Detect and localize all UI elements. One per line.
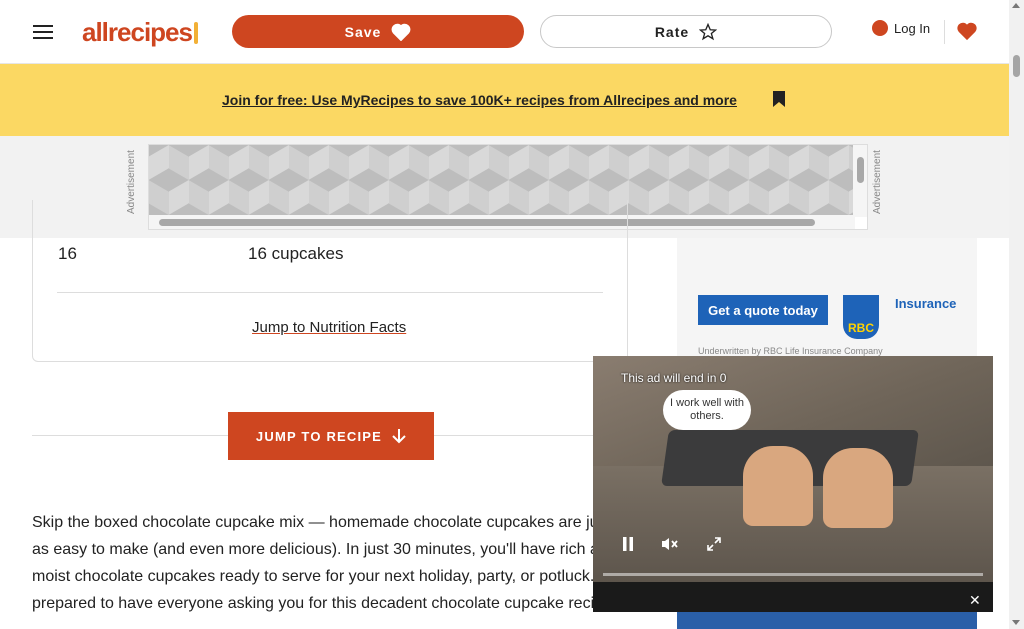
login-link[interactable]: Log In bbox=[872, 20, 930, 36]
fullscreen-button[interactable] bbox=[699, 532, 729, 556]
yield-value: 16 cupcakes bbox=[248, 244, 344, 263]
site-header: allrecipes Save Rate Log In bbox=[0, 0, 1009, 64]
video-ad-player[interactable]: I work well with others. This ad will en… bbox=[593, 356, 993, 612]
arrow-down-icon bbox=[392, 429, 406, 444]
promo-banner: Join for free: Use MyRecipes to save 100… bbox=[0, 64, 1009, 136]
bookmark-icon[interactable] bbox=[772, 90, 786, 113]
favorites-button[interactable] bbox=[956, 20, 978, 47]
ad-product-text: Insurance bbox=[895, 296, 957, 311]
mute-button[interactable] bbox=[655, 532, 685, 556]
video-control-bar bbox=[593, 582, 993, 612]
save-button[interactable]: Save bbox=[232, 15, 524, 48]
header-divider bbox=[944, 20, 945, 44]
nutrition-facts-link[interactable]: Jump to Nutrition Facts bbox=[252, 319, 406, 336]
mute-icon bbox=[662, 538, 678, 550]
video-frame: I work well with others. bbox=[593, 356, 993, 582]
recipe-details-card bbox=[32, 200, 628, 362]
ad-fine-print: Underwritten by RBC Life Insurance Compa… bbox=[698, 346, 883, 356]
fullscreen-icon bbox=[707, 537, 721, 551]
speech-bubble: I work well with others. bbox=[663, 390, 751, 430]
servings-value: 16 bbox=[58, 244, 77, 263]
jump-to-recipe-button[interactable]: JUMP TO RECIPE bbox=[228, 412, 434, 460]
promo-banner-link[interactable]: Join for free: Use MyRecipes to save 100… bbox=[222, 92, 737, 108]
ad-timer-text: This ad will end in 0 bbox=[621, 371, 727, 385]
page-scrollbar[interactable] bbox=[1009, 0, 1024, 629]
menu-icon[interactable] bbox=[33, 21, 53, 41]
scroll-up-icon[interactable] bbox=[1012, 3, 1020, 8]
rate-button[interactable]: Rate bbox=[540, 15, 832, 48]
scrollbar-thumb[interactable] bbox=[1013, 55, 1020, 77]
heart-icon bbox=[391, 23, 411, 41]
rate-label: Rate bbox=[654, 23, 690, 40]
save-label: Save bbox=[344, 23, 382, 40]
recipe-intro-text: Skip the boxed chocolate cupcake mix — h… bbox=[32, 514, 619, 612]
jump-to-recipe-label: JUMP TO RECIPE bbox=[255, 428, 383, 444]
pause-icon bbox=[623, 537, 633, 551]
star-icon bbox=[699, 22, 718, 40]
ad-cta-button[interactable]: Get a quote today bbox=[698, 295, 828, 325]
video-progress-bar[interactable] bbox=[603, 573, 983, 576]
login-label: Log In bbox=[894, 20, 931, 36]
rbc-logo: RBC bbox=[843, 295, 879, 339]
divider bbox=[57, 292, 603, 293]
heart-icon bbox=[957, 22, 977, 41]
user-icon bbox=[872, 20, 888, 36]
site-logo[interactable]: allrecipes bbox=[82, 17, 198, 48]
ad-label: Advertisement bbox=[872, 150, 883, 214]
ad-vertical-scrollbar[interactable] bbox=[853, 145, 867, 217]
close-icon[interactable]: ✕ bbox=[969, 592, 981, 609]
pause-button[interactable] bbox=[613, 532, 643, 556]
scroll-down-icon[interactable] bbox=[1012, 620, 1020, 625]
